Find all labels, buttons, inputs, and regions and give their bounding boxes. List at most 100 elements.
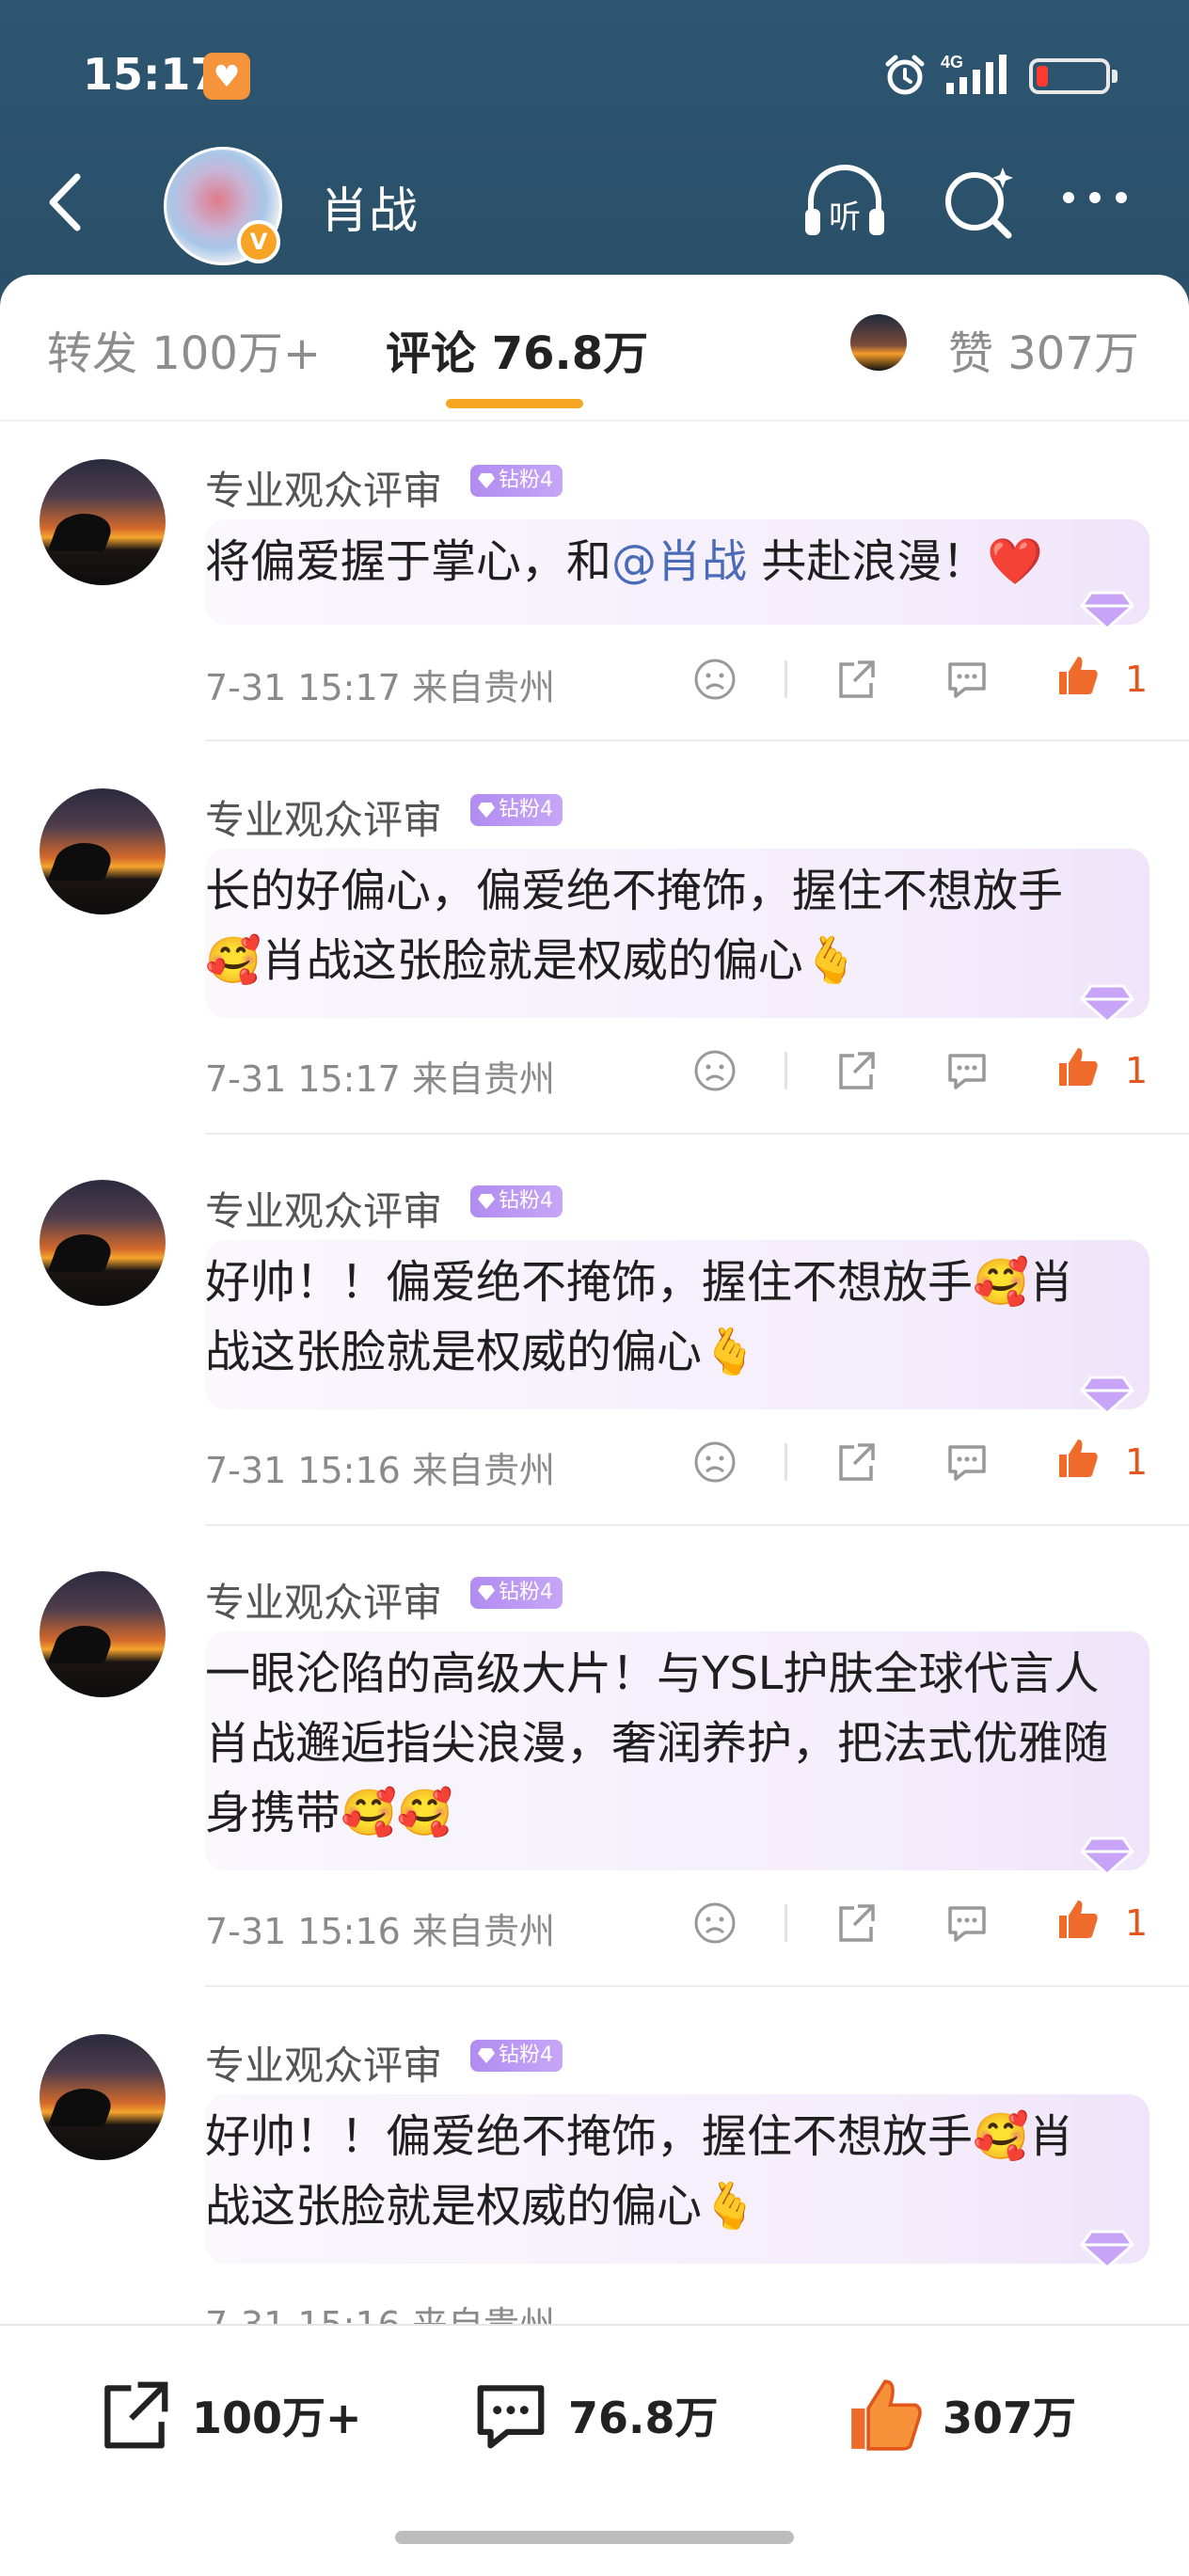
comment-bubble: 好帅！！偏爱绝不掩饰，握住不想放手🥰肖战这张脸就是权威的偏心🫰 [205, 1240, 1149, 1415]
tab-forward[interactable]: 转发 100万+ [47, 316, 321, 382]
like-button[interactable]: 307万 [845, 2375, 1076, 2456]
commenter-avatar[interactable] [40, 1571, 166, 1697]
action-separator [785, 1904, 787, 1942]
comment-time: 7-31 15:17 [205, 1058, 401, 1100]
comment-icon[interactable] [944, 657, 990, 702]
share-icon[interactable] [833, 1439, 879, 1485]
comment-bubble: 长的好偏心，偏爱绝不掩饰，握住不想放手🥰肖战这张脸就是权威的偏心🫰 [205, 849, 1149, 1024]
verified-badge: V [237, 220, 280, 263]
back-icon[interactable] [40, 169, 96, 235]
like-total: 307万 [943, 2393, 1077, 2443]
app-notification-icon: ♥ [203, 53, 250, 100]
action-separator [785, 660, 787, 698]
comment-bubble: 一眼沦陷的高级大片！与YSL护肤全球代言人肖战邂逅指尖浪漫，奢润养护，把法式优雅… [205, 1631, 1149, 1876]
comment-location: 来自贵州 [411, 1450, 555, 1491]
comment-divider [205, 1524, 1189, 1526]
fan-badge-label: 钻粉4 [499, 1581, 553, 1604]
comment-icon[interactable] [944, 1439, 990, 1485]
comment-text: 一眼沦陷的高级大片！与YSL护肤全球代言人肖战邂逅指尖浪漫，奢润养护，把法式优雅… [205, 1647, 1109, 1839]
commenter-name[interactable]: 专业观众评审 [205, 2034, 442, 2091]
comment-divider [205, 1985, 1189, 1987]
like-count: 1 [1125, 1441, 1149, 1483]
tab-bar: 转发 100万+ 评论 76.8万 赞 307万 [0, 275, 1189, 421]
comment-text-part: 将偏爱握于掌心，和 [205, 535, 612, 588]
diamond-icon [478, 1585, 495, 1600]
commenter-name[interactable]: 专业观众评审 [205, 1180, 442, 1237]
dislike-icon[interactable] [692, 657, 737, 702]
commenter-name[interactable]: 专业观众评审 [205, 1571, 442, 1629]
comment-location: 来自贵州 [411, 667, 555, 708]
comment-button[interactable]: 76.8万 [470, 2375, 719, 2456]
commenter-avatar[interactable] [40, 2034, 166, 2160]
fan-badge-label: 钻粉4 [499, 798, 553, 821]
commenter-name[interactable]: 专业观众评审 [205, 459, 442, 517]
share-icon[interactable] [833, 1900, 879, 1946]
listen-icon[interactable]: 听 [798, 160, 892, 245]
home-indicator[interactable] [395, 2531, 794, 2544]
share-icon [104, 2381, 168, 2449]
battery-icon [1029, 58, 1118, 94]
comment-divider [205, 1133, 1189, 1135]
action-separator [785, 1052, 787, 1089]
like-icon[interactable] [1055, 653, 1101, 698]
like-count: 1 [1125, 1902, 1149, 1944]
comment-location: 来自贵州 [411, 1058, 555, 1100]
commenter-avatar[interactable] [40, 788, 166, 914]
signal-icon: 4G [941, 53, 1007, 94]
bottom-action-bar: 100万+ 76.8万 307万 [0, 2324, 1189, 2576]
share-icon[interactable] [833, 1048, 879, 1093]
dislike-icon[interactable] [692, 1048, 737, 1093]
status-time: 15:17 [83, 49, 221, 100]
page-title[interactable]: 肖战 [320, 171, 418, 242]
comment-meta: 7-31 15:17 来自贵州 [205, 659, 555, 710]
dislike-icon[interactable] [692, 1439, 737, 1485]
comment-text-part: 共赴浪漫！❤️ [747, 535, 1044, 588]
status-bar: 15:17 ♥ 4G [0, 0, 1189, 151]
svg-text:4G: 4G [941, 53, 963, 72]
like-icon[interactable] [1055, 1044, 1101, 1089]
diamond-decoration-icon [1079, 591, 1135, 630]
comment-divider [205, 739, 1189, 741]
comment-text: 好帅！！偏爱绝不掩饰，握住不想放手🥰肖战这张脸就是权威的偏心🫰 [205, 2110, 1074, 2233]
fan-badge-label: 钻粉4 [499, 1189, 553, 1213]
comment-meta: 7-31 15:17 来自贵州 [205, 1050, 555, 1102]
like-icon[interactable] [1055, 1436, 1101, 1481]
fan-badge: 钻粉4 [470, 794, 563, 826]
diamond-decoration-icon [1079, 984, 1135, 1024]
comment-icon[interactable] [944, 1900, 990, 1946]
dislike-icon[interactable] [692, 1900, 737, 1946]
diamond-decoration-icon [1079, 1375, 1135, 1415]
commenter-avatar[interactable] [40, 1180, 166, 1306]
fan-badge: 钻粉4 [470, 1185, 563, 1217]
search-icon[interactable] [939, 160, 1018, 245]
diamond-icon [478, 803, 495, 818]
tab-comments[interactable]: 评论 76.8万 [386, 316, 648, 382]
fan-badge: 钻粉4 [470, 1577, 563, 1609]
comment-location: 来自贵州 [411, 1911, 555, 1952]
share-button[interactable]: 100万+ [94, 2375, 362, 2456]
action-separator [785, 1443, 787, 1481]
fan-badge: 钻粉4 [470, 465, 563, 497]
commenter-name[interactable]: 专业观众评审 [205, 788, 442, 846]
share-icon[interactable] [833, 657, 879, 702]
mention-link[interactable]: @肖战 [611, 535, 747, 588]
comment-count: 76.8万 [568, 2393, 719, 2443]
like-icon [851, 2379, 922, 2451]
diamond-icon [478, 1194, 495, 1209]
commenter-avatar[interactable] [40, 459, 166, 585]
comment-bubble: 将偏爱握于掌心，和@肖战 共赴浪漫！❤️ [205, 519, 1149, 630]
fan-badge-label: 钻粉4 [499, 2043, 553, 2067]
tab-likes[interactable]: 赞 307万 [948, 316, 1139, 382]
alarm-icon [885, 55, 925, 95]
comment-text: 好帅！！偏爱绝不掩饰，握住不想放手🥰肖战这张脸就是权威的偏心🫰 [205, 1256, 1074, 1378]
like-icon[interactable] [1055, 1897, 1101, 1942]
comment-meta: 7-31 15:16 来自贵州 [205, 1902, 555, 1954]
comment-text: 将偏爱握于掌心，和@肖战 共赴浪漫！❤️ [205, 527, 1116, 596]
more-icon[interactable] [1057, 179, 1133, 216]
nav-bar: V 肖战 听 [0, 141, 1189, 265]
comment-meta: 7-31 15:16 来自贵州 [205, 1441, 555, 1493]
comment-icon[interactable] [944, 1048, 990, 1093]
tab-active-indicator [446, 399, 583, 408]
like-count: 1 [1125, 659, 1149, 700]
header: 15:17 ♥ 4G V 肖战 听 [0, 0, 1189, 282]
